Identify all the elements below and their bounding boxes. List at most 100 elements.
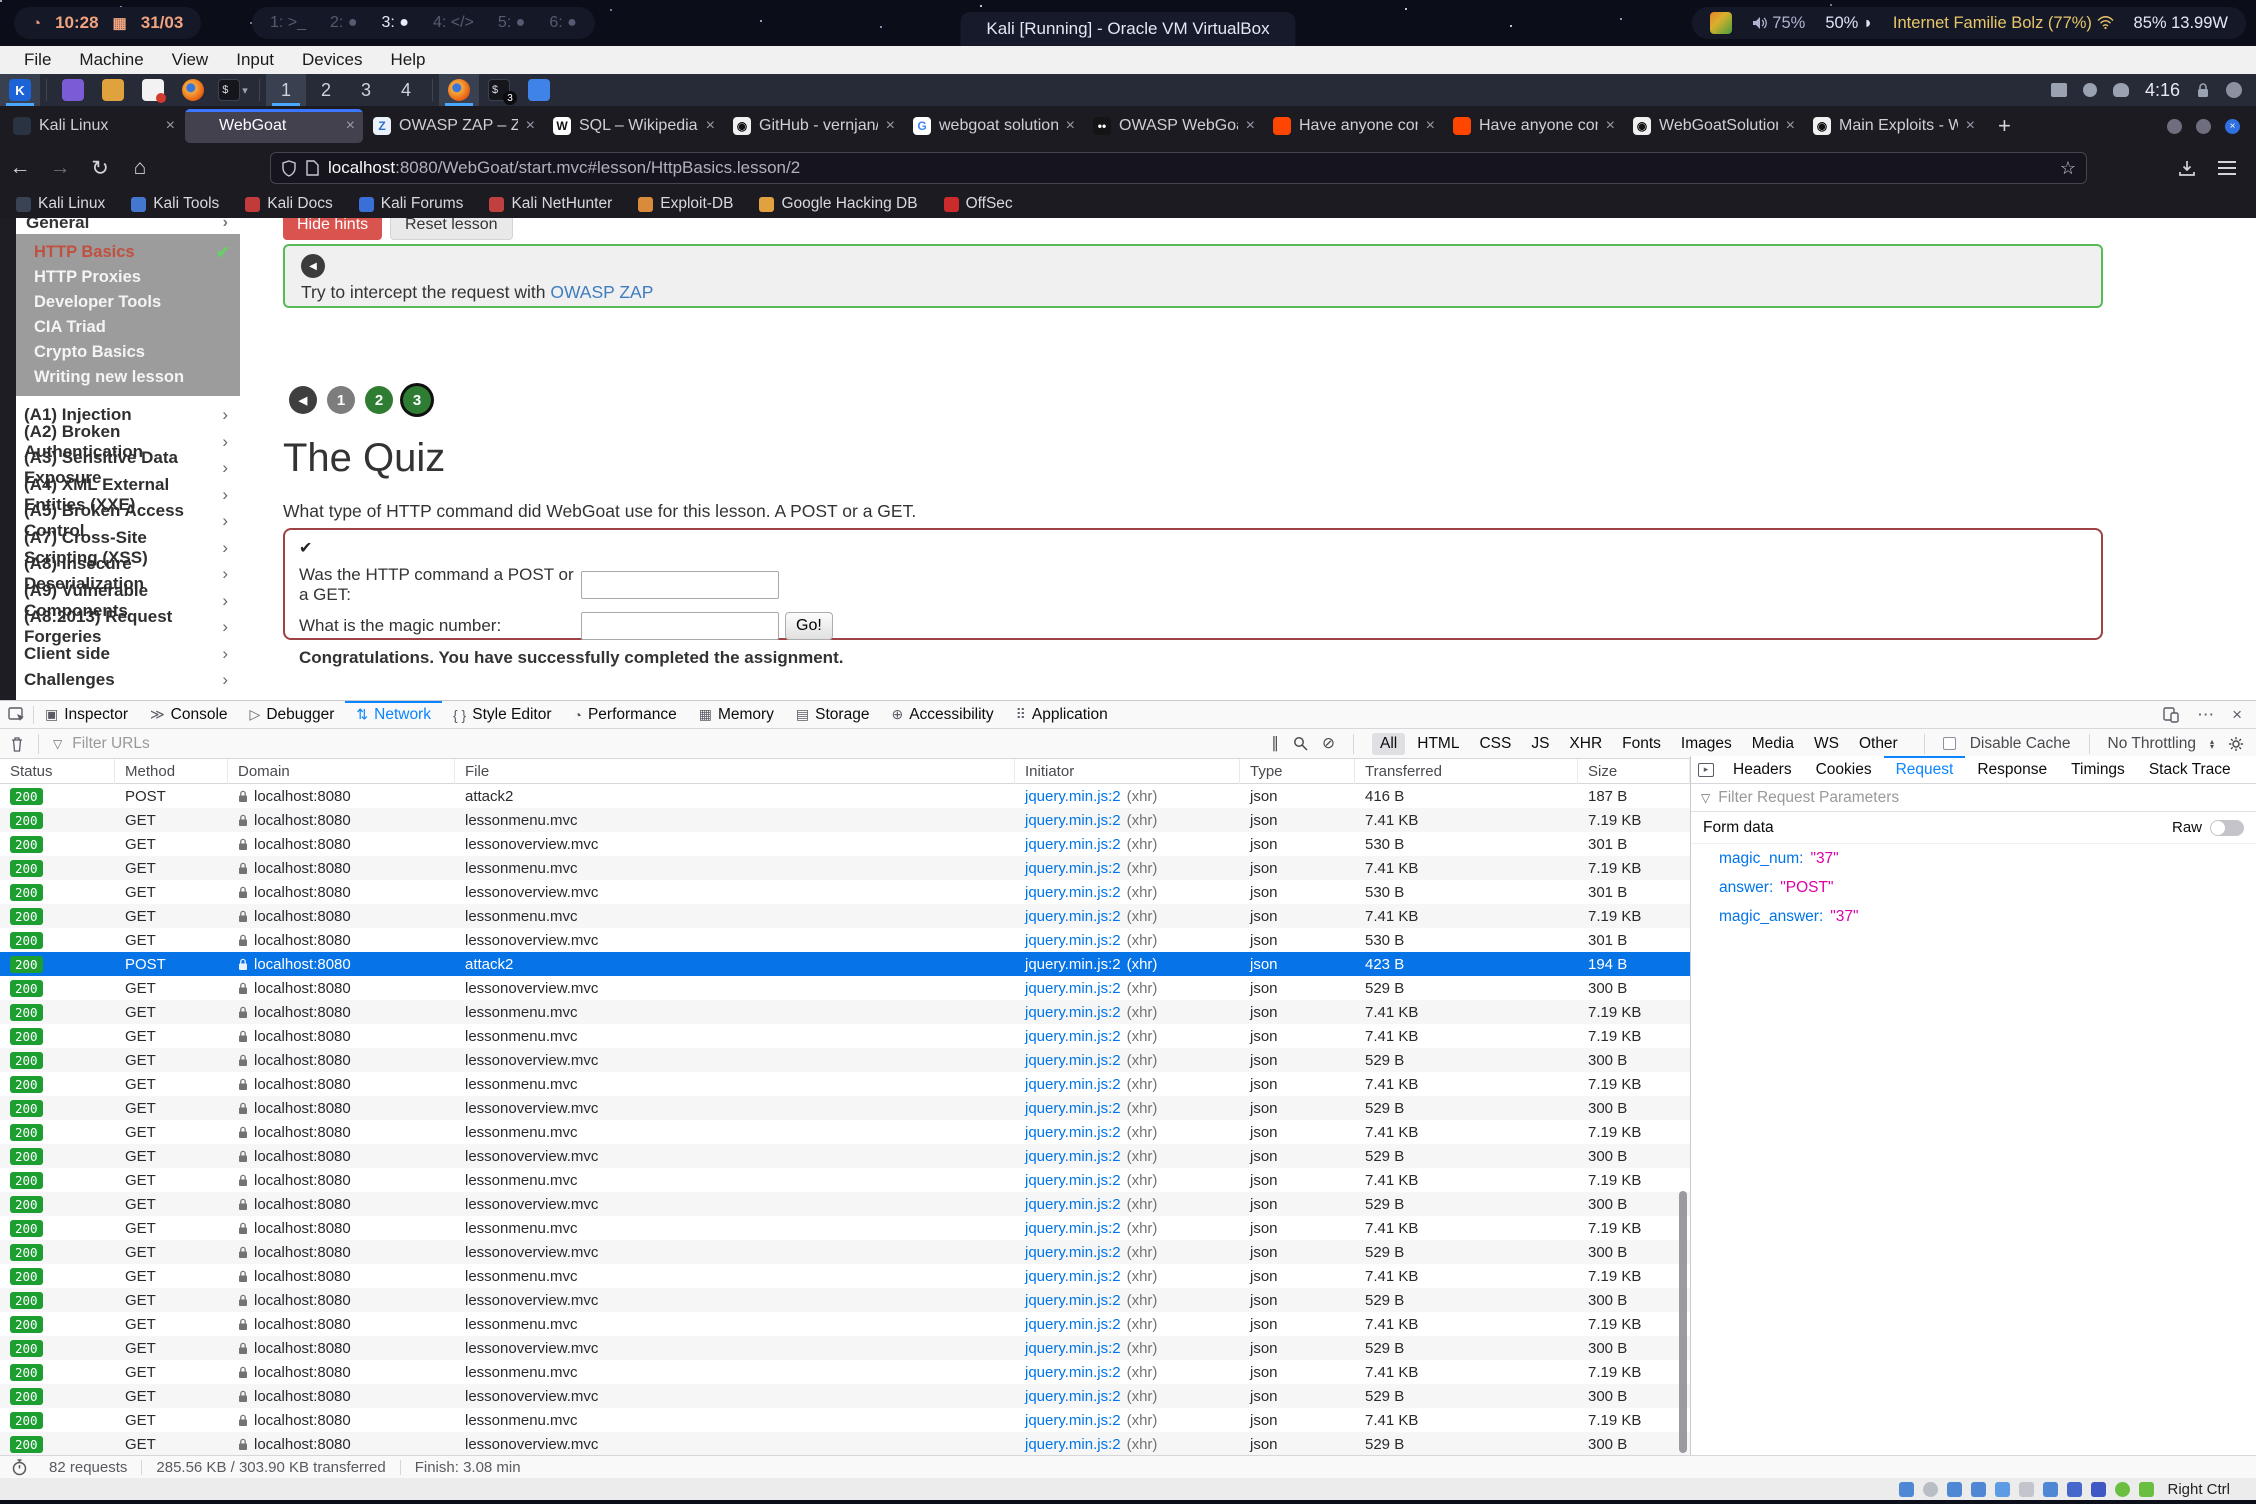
vbox-menu-item[interactable]: View bbox=[158, 50, 223, 70]
table-row[interactable]: 200 GET localhost:8080 lessonmenu.mvc jq… bbox=[0, 1312, 1690, 1336]
detail-tab[interactable]: Cookies bbox=[1804, 756, 1884, 784]
close-icon[interactable]: × bbox=[166, 117, 175, 135]
bookmark-star-icon[interactable]: ☆ bbox=[2060, 158, 2076, 179]
request-filter-pill[interactable]: All bbox=[1372, 733, 1405, 755]
table-row[interactable]: 200 GET localhost:8080 lessonmenu.mvc jq… bbox=[0, 1216, 1690, 1240]
host-workspace-item[interactable]: 6: ● bbox=[549, 14, 576, 32]
sidebar-lesson-item[interactable]: CIA Triad bbox=[16, 315, 240, 340]
devtools-tab[interactable]: ⊕ Accessibility bbox=[880, 701, 1004, 729]
close-icon[interactable]: × bbox=[706, 117, 715, 135]
request-filter-pill[interactable]: CSS bbox=[1471, 733, 1519, 755]
maximize-button[interactable] bbox=[2196, 119, 2211, 134]
initiator-link[interactable]: jquery.min.js:2 bbox=[1025, 1412, 1121, 1429]
pause-log-icon[interactable]: ∥ bbox=[1271, 734, 1279, 753]
meatball-menu-icon[interactable]: ⋯ bbox=[2197, 705, 2214, 725]
filter-urls-input[interactable]: Filter URLs bbox=[72, 735, 150, 753]
table-row[interactable]: 200 GET localhost:8080 lessonmenu.mvc jq… bbox=[0, 856, 1690, 880]
close-icon[interactable]: × bbox=[1966, 117, 1975, 135]
table-row[interactable]: 200 POST localhost:8080 attack2 jquery.m… bbox=[0, 952, 1690, 976]
column-header[interactable]: Transferred bbox=[1355, 759, 1578, 784]
initiator-link[interactable]: jquery.min.js:2 bbox=[1025, 980, 1121, 997]
initiator-link[interactable]: jquery.min.js:2 bbox=[1025, 1388, 1121, 1405]
vbox-menu-item[interactable]: Devices bbox=[288, 50, 376, 70]
vbox-status-icon[interactable] bbox=[2019, 1482, 2034, 1497]
column-header[interactable]: Domain bbox=[228, 759, 455, 784]
form-param[interactable]: answer "POST" bbox=[1691, 873, 2256, 902]
previous-hint-button[interactable]: ◀ bbox=[301, 254, 325, 278]
save-page-icon[interactable] bbox=[2178, 159, 2196, 177]
brightness-indicator[interactable]: 50% ◗ bbox=[1825, 14, 1873, 33]
reset-lesson-button[interactable]: Reset lesson bbox=[390, 218, 513, 240]
workspace-button[interactable]: 1 bbox=[266, 74, 306, 106]
vbox-status-icon[interactable] bbox=[2091, 1482, 2106, 1497]
initiator-link[interactable]: jquery.min.js:2 bbox=[1025, 1148, 1121, 1165]
table-row[interactable]: 200 GET localhost:8080 lessonoverview.mv… bbox=[0, 1288, 1690, 1312]
request-count[interactable]: 82 requests bbox=[35, 1460, 142, 1475]
initiator-link[interactable]: jquery.min.js:2 bbox=[1025, 812, 1121, 829]
table-row[interactable]: 200 GET localhost:8080 lessonmenu.mvc jq… bbox=[0, 1408, 1690, 1432]
search-icon[interactable] bbox=[1293, 736, 1308, 751]
browser-tab[interactable]: Z OWASP ZAP – ZAP in × bbox=[365, 109, 543, 143]
wifi-indicator[interactable]: Internet Familie Bolz (77%) bbox=[1893, 14, 2114, 33]
host-workspace-item[interactable]: 2: ● bbox=[330, 14, 357, 32]
bookmark-item[interactable]: Kali Tools bbox=[131, 195, 219, 213]
table-row[interactable]: 200 GET localhost:8080 lessonmenu.mvc jq… bbox=[0, 1000, 1690, 1024]
display-icon[interactable] bbox=[2051, 83, 2067, 97]
table-row[interactable]: 200 GET localhost:8080 lessonoverview.mv… bbox=[0, 832, 1690, 856]
initiator-link[interactable]: jquery.min.js:2 bbox=[1025, 1220, 1121, 1237]
host-workspace-item[interactable]: 3: ● bbox=[381, 14, 408, 32]
minimize-button[interactable] bbox=[2167, 119, 2182, 134]
column-header[interactable]: Size bbox=[1578, 759, 1690, 784]
workspace-button[interactable]: 3 bbox=[346, 74, 386, 106]
sidebar-lesson-item[interactable]: HTTP Basics✔ bbox=[16, 240, 240, 265]
detail-tab[interactable]: Timings bbox=[2059, 756, 2137, 784]
initiator-link[interactable]: jquery.min.js:2 bbox=[1025, 1124, 1121, 1141]
detail-tab[interactable]: Request bbox=[1884, 756, 1966, 784]
form-param[interactable]: magic_num "37" bbox=[1691, 844, 2256, 873]
disable-cache-checkbox[interactable] bbox=[1943, 737, 1956, 750]
initiator-link[interactable]: jquery.min.js:2 bbox=[1025, 1004, 1121, 1021]
raw-toggle[interactable] bbox=[2210, 820, 2244, 836]
previous-page-button[interactable]: ◀ bbox=[289, 386, 317, 414]
table-row[interactable]: 200 GET localhost:8080 lessonoverview.mv… bbox=[0, 1096, 1690, 1120]
table-row[interactable]: 200 GET localhost:8080 lessonoverview.mv… bbox=[0, 1384, 1690, 1408]
vbox-status-icon[interactable] bbox=[1899, 1482, 1914, 1497]
request-filter-pill[interactable]: WS bbox=[1806, 733, 1847, 755]
firefox-launcher[interactable] bbox=[173, 74, 213, 106]
request-filter-pill[interactable]: Other bbox=[1851, 733, 1906, 755]
kali-menu-button[interactable]: K bbox=[0, 74, 40, 106]
table-row[interactable]: 200 GET localhost:8080 lessonmenu.mvc jq… bbox=[0, 904, 1690, 928]
host-workspace-item[interactable]: 5: ● bbox=[498, 14, 525, 32]
browser-tab[interactable]: Kali Linux × bbox=[5, 109, 183, 143]
sidebar-lesson-item[interactable]: Writing new lesson bbox=[16, 365, 240, 390]
initiator-link[interactable]: jquery.min.js:2 bbox=[1025, 1292, 1121, 1309]
column-header[interactable]: Type bbox=[1240, 759, 1355, 784]
page-number-button[interactable]: 3 bbox=[403, 386, 431, 414]
vbox-status-icon[interactable] bbox=[1947, 1482, 1962, 1497]
block-requests-icon[interactable]: ⊘ bbox=[1322, 734, 1335, 753]
table-row[interactable]: 200 POST localhost:8080 attack2 jquery.m… bbox=[0, 784, 1690, 808]
host-workspace-item[interactable]: 1: >_ bbox=[270, 14, 306, 32]
back-button[interactable]: ← bbox=[0, 156, 40, 180]
vbox-status-icon[interactable] bbox=[1995, 1482, 2010, 1497]
go-button[interactable]: Go! bbox=[785, 612, 833, 640]
initiator-link[interactable]: jquery.min.js:2 bbox=[1025, 932, 1121, 949]
table-row[interactable]: 200 GET localhost:8080 lessonoverview.mv… bbox=[0, 1048, 1690, 1072]
initiator-link[interactable]: jquery.min.js:2 bbox=[1025, 1364, 1121, 1381]
hide-hints-button[interactable]: Hide hints bbox=[283, 218, 382, 240]
owasp-zap-link[interactable]: OWASP ZAP bbox=[550, 282, 653, 302]
initiator-link[interactable]: jquery.min.js:2 bbox=[1025, 788, 1121, 805]
disable-cache-label[interactable]: Disable Cache bbox=[1970, 735, 2071, 753]
table-row[interactable]: 200 GET localhost:8080 lessonoverview.mv… bbox=[0, 928, 1690, 952]
column-header[interactable]: File bbox=[455, 759, 1015, 784]
reload-button[interactable]: ↻ bbox=[80, 156, 120, 181]
bookmark-item[interactable]: Google Hacking DB bbox=[759, 195, 917, 213]
initiator-link[interactable]: jquery.min.js:2 bbox=[1025, 1100, 1121, 1117]
sidebar-lesson-item[interactable]: Crypto Basics bbox=[16, 340, 240, 365]
notification-icon[interactable] bbox=[2113, 83, 2129, 97]
close-icon[interactable]: × bbox=[1786, 117, 1795, 135]
devtools-tab[interactable]: ▤ Storage bbox=[785, 701, 881, 729]
vbox-status-icon[interactable] bbox=[2115, 1482, 2130, 1497]
close-icon[interactable]: × bbox=[1426, 117, 1435, 135]
audio-icon[interactable] bbox=[2083, 83, 2097, 97]
